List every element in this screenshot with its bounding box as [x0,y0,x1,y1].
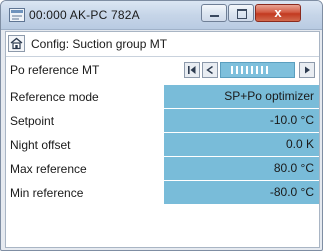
title-bar[interactable]: 00:000 AK-PC 782A x [1,1,322,30]
param-value[interactable]: SP+Po optimizer [164,85,319,108]
po-reference-slider[interactable] [220,62,295,78]
home-button[interactable] [8,35,25,52]
minimize-button[interactable] [201,4,227,22]
param-value[interactable]: 0.0 K [164,133,319,156]
param-label: Setpoint [10,114,55,128]
config-panel: Config: Suction group MT Po reference MT [5,31,320,248]
home-icon [10,37,23,50]
prev-icon [206,65,213,75]
page-title: Config: Suction group MT [31,37,168,51]
minimize-icon [210,15,219,17]
table-row[interactable]: Min reference -80.0 °C [6,180,319,204]
slider-ticks [231,66,271,74]
prev-button[interactable] [202,62,218,78]
maximize-button[interactable] [228,4,254,22]
param-label: Max reference [10,162,87,176]
skip-first-button[interactable] [184,62,200,78]
parameter-table: Reference mode SP+Po optimizer Setpoint … [6,84,319,204]
close-icon: x [274,5,282,20]
table-row[interactable]: Night offset 0.0 K [6,132,319,156]
skip-first-icon [188,66,196,74]
param-label: Reference mode [10,90,99,104]
next-button[interactable] [299,62,315,78]
po-reference-row: Po reference MT [6,57,319,83]
close-button[interactable]: x [255,4,301,22]
maximize-icon [237,9,247,19]
table-row[interactable]: Setpoint -10.0 °C [6,108,319,132]
param-label: Min reference [10,186,84,200]
param-label: Night offset [10,138,71,152]
next-icon [305,66,310,74]
app-window-icon [9,8,25,22]
window-title: 00:000 AK-PC 782A [29,8,140,22]
panel-header: Config: Suction group MT [6,32,319,57]
param-value[interactable]: 80.0 °C [164,157,319,180]
po-reference-label: Po reference MT [10,63,100,77]
table-row[interactable]: Reference mode SP+Po optimizer [6,84,319,108]
param-value[interactable]: -10.0 °C [164,109,319,132]
table-row[interactable]: Max reference 80.0 °C [6,156,319,180]
app-window: 00:000 AK-PC 782A x Config: Suction grou… [0,0,323,251]
param-value[interactable]: -80.0 °C [164,181,319,204]
